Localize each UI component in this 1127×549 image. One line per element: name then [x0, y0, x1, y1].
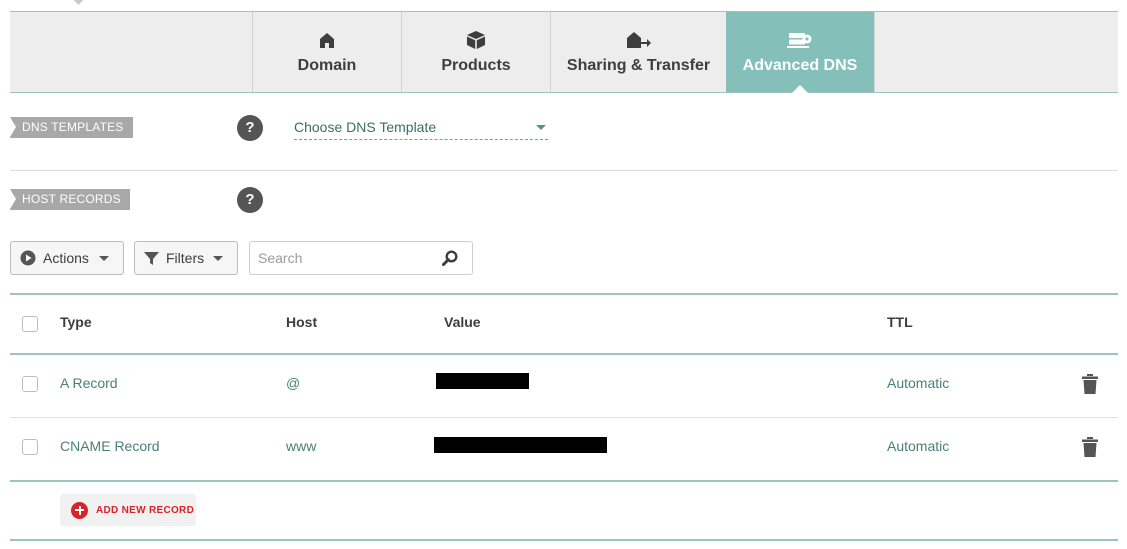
caret-down-icon	[213, 256, 223, 261]
search-icon[interactable]	[442, 250, 458, 271]
actions-button[interactable]: Actions	[10, 241, 124, 275]
home-icon	[319, 29, 335, 51]
filters-label: Filters	[166, 250, 205, 266]
record-type[interactable]: CNAME Record	[60, 438, 160, 454]
host-records-help-button[interactable]: ?	[237, 187, 263, 213]
tab-domain[interactable]: Domain	[252, 12, 401, 92]
tab-label: Products	[441, 57, 511, 74]
footer-border	[10, 539, 1118, 541]
tab-label: Advanced DNS	[742, 57, 858, 74]
dns-template-select[interactable]: Choose DNS Template	[294, 117, 548, 140]
tab-divider	[874, 12, 875, 92]
column-header-type: Type	[60, 314, 92, 330]
row-divider	[10, 417, 1118, 418]
trash-icon[interactable]	[1081, 437, 1099, 462]
dns-template-select-value: Choose DNS Template	[294, 119, 437, 135]
table-bottom-border	[10, 480, 1118, 482]
tab-advanced-dns[interactable]: Advanced DNS	[726, 12, 874, 93]
caret-down-icon	[536, 125, 546, 130]
record-ttl[interactable]: Automatic	[887, 375, 949, 391]
redacted-value	[434, 437, 607, 453]
host-records-label: HOST RECORDS	[10, 189, 130, 210]
plus-circle-icon	[71, 501, 88, 519]
tab-bar: Domain Products Sharing & Transfer Advan…	[10, 11, 1118, 93]
filters-button[interactable]: Filters	[134, 241, 238, 275]
table-top-border	[10, 293, 1118, 295]
redacted-value	[436, 373, 529, 389]
column-header-value: Value	[444, 314, 481, 330]
add-new-record-button[interactable]: ADD NEW RECORD	[60, 494, 196, 526]
table-header-border	[10, 353, 1118, 355]
search-input[interactable]	[250, 242, 440, 274]
top-notch	[72, 0, 86, 5]
record-host[interactable]: www	[286, 438, 316, 454]
tab-sharing-transfer[interactable]: Sharing & Transfer	[550, 12, 726, 92]
caret-down-icon	[99, 256, 109, 261]
server-gear-icon	[787, 29, 813, 51]
dns-templates-help-button[interactable]: ?	[237, 115, 263, 141]
tab-label: Sharing & Transfer	[566, 57, 711, 74]
tab-label: Domain	[297, 57, 357, 74]
column-header-host: Host	[286, 314, 318, 330]
row-checkbox[interactable]	[22, 439, 38, 455]
record-type[interactable]: A Record	[60, 375, 118, 391]
add-new-record-label: ADD NEW RECORD	[96, 504, 195, 516]
row-checkbox[interactable]	[22, 376, 38, 392]
column-header-ttl: TTL	[887, 314, 913, 330]
record-host[interactable]: @	[286, 375, 300, 391]
trash-icon[interactable]	[1081, 374, 1099, 399]
actions-label: Actions	[43, 250, 89, 266]
section-divider	[10, 170, 1118, 171]
record-ttl[interactable]: Automatic	[887, 438, 949, 454]
select-all-checkbox[interactable]	[22, 316, 38, 332]
box-icon	[466, 29, 486, 51]
filter-icon	[144, 251, 159, 265]
dns-templates-label: DNS TEMPLATES	[10, 117, 133, 138]
tab-products[interactable]: Products	[401, 12, 550, 92]
play-circle-icon	[20, 250, 36, 266]
search-box	[249, 241, 473, 275]
house-arrow-icon	[626, 29, 652, 51]
